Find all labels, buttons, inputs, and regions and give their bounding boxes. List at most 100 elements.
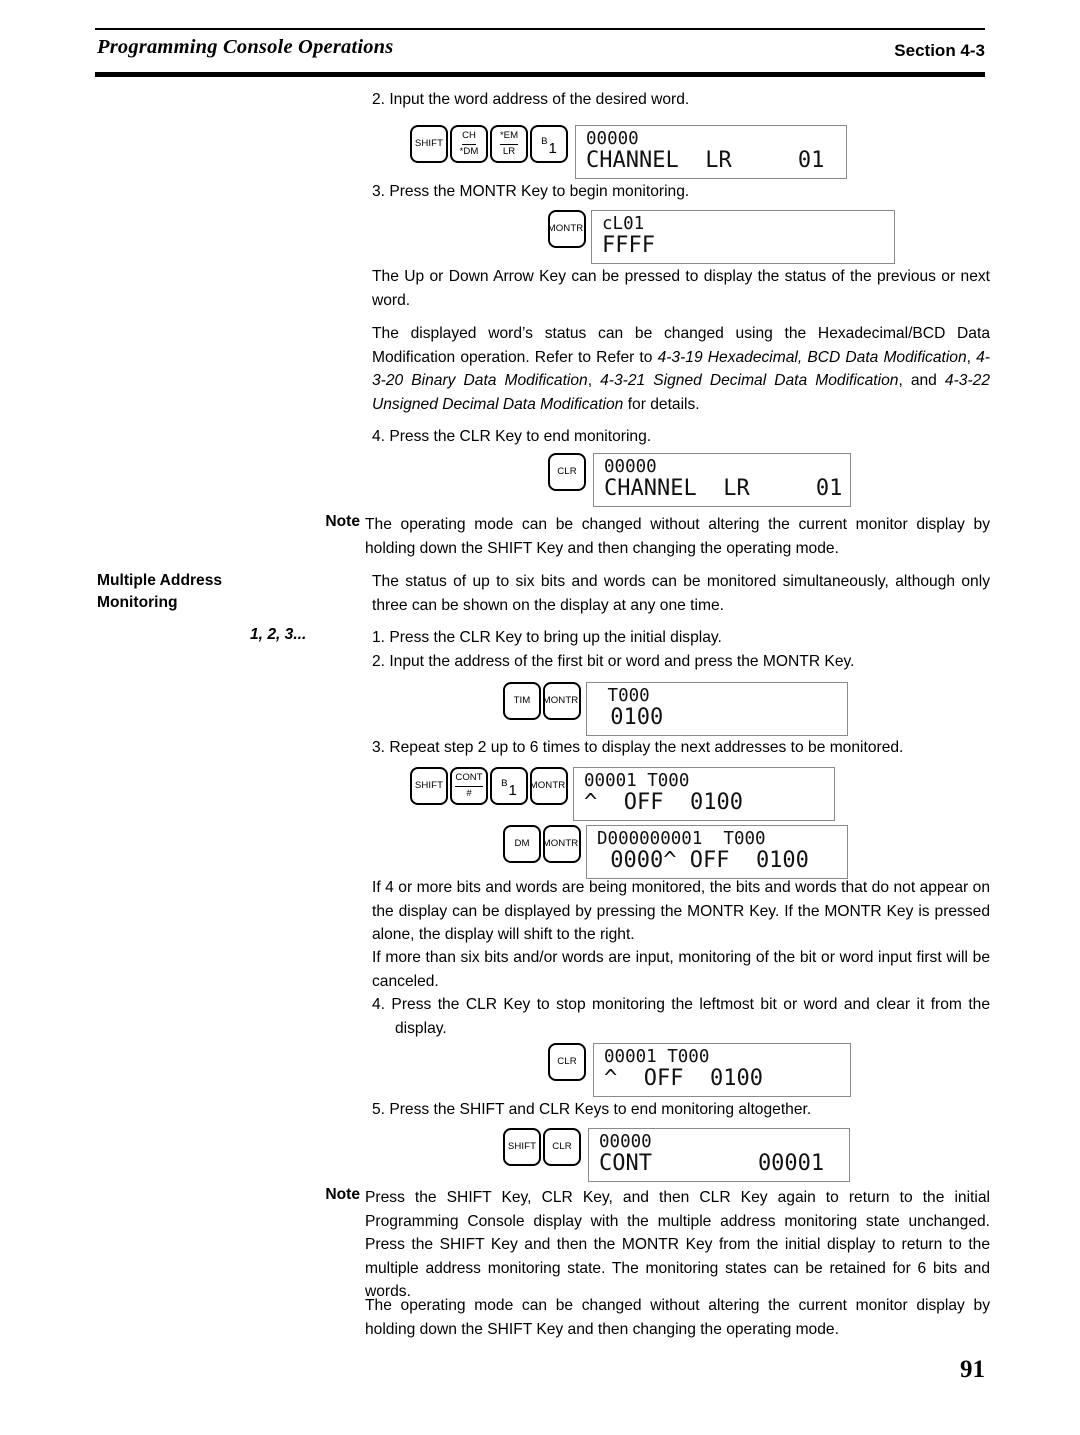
key-label-super: B: [541, 136, 548, 148]
key-sequence: SHIFT CONT # B 1 MONTR: [410, 767, 570, 805]
margin-heading-line-1: Multiple Address: [97, 572, 223, 589]
key-label: MONTR: [529, 780, 566, 792]
step-press-montr: 3. Press the MONTR Key to begin monitori…: [372, 183, 690, 200]
paragraph-multiple-address-intro: The status of up to six bits and words c…: [372, 573, 990, 614]
console-display: 00000 CHANNEL LR 01: [575, 125, 847, 179]
text-run: ,: [966, 348, 977, 366]
console-display: 00001 T000 ^ OFF 0100: [573, 767, 835, 821]
page-title: Programming Console Operations: [97, 36, 394, 58]
key-cont-hash[interactable]: CONT #: [450, 767, 488, 805]
display-line-2: CHANNEL LR 01: [586, 148, 825, 173]
key-label-main: 1: [508, 782, 517, 799]
display-line-1: T000: [597, 686, 650, 706]
key-label: SHIFT: [414, 780, 444, 792]
paragraph-arrow-keys: The Up or Down Arrow Key can be pressed …: [372, 268, 990, 309]
note-label-1: Note: [325, 513, 360, 530]
figure-clr-channel-lr: CLR 00000 CHANNEL LR 01: [548, 453, 851, 507]
key-clr[interactable]: CLR: [548, 453, 586, 491]
paragraph-more-than-six: If more than six bits and/or words are i…: [372, 949, 990, 990]
header-rule-bottom: [95, 72, 985, 77]
key-label: DM: [514, 838, 530, 850]
key-sequence: MONTR: [548, 210, 588, 248]
key-shift[interactable]: SHIFT: [503, 1128, 541, 1166]
display-line-1: 00001 T000: [584, 771, 690, 791]
key-sequence: CLR: [548, 1043, 588, 1081]
key-dm[interactable]: DM: [503, 825, 541, 863]
display-line-1: cL01: [602, 214, 645, 234]
step-m2-input-address: 2. Input the address of the first bit or…: [372, 653, 855, 670]
margin-heading-line-2: Monitoring: [97, 594, 178, 611]
note-label-2: Note: [325, 1186, 360, 1203]
console-display: cL01 FFFF: [591, 210, 895, 264]
display-line-2: ^ OFF 0100: [584, 790, 743, 815]
display-line-1: 00000: [604, 457, 657, 477]
key-label-top: CH: [462, 131, 476, 145]
key-label: SHIFT: [414, 138, 444, 150]
key-label: MONTR: [542, 695, 579, 707]
key-clr[interactable]: CLR: [543, 1128, 581, 1166]
key-label-bottom: #: [466, 788, 472, 799]
figure-clr-stop-leftmost: CLR 00001 T000 ^ OFF 0100: [548, 1043, 851, 1097]
key-sequence: DM MONTR: [503, 825, 583, 863]
key-label: CLR: [557, 466, 577, 478]
key-label-top: CONT: [455, 773, 483, 787]
key-montr[interactable]: MONTR: [543, 682, 581, 720]
display-line-2: CONT 00001: [599, 1151, 825, 1176]
key-shift[interactable]: SHIFT: [410, 767, 448, 805]
text-run: for details.: [623, 395, 700, 413]
key-label: MONTR: [547, 223, 584, 235]
manual-page: Programming Console Operations Section 4…: [0, 0, 1080, 1435]
xref-4-3-21: 4-3-21 Signed Decimal Data Modification: [600, 372, 899, 389]
margin-list-label: 1, 2, 3...: [250, 626, 307, 643]
note-text-2-para-1: Press the SHIFT Key, CLR Key, and then C…: [365, 1189, 990, 1300]
console-display: 00000 CONT 00001: [588, 1128, 850, 1182]
paragraph-data-modification: The displayed word’s status can be chang…: [372, 322, 990, 416]
header-rule-top: [95, 28, 985, 30]
page-header: Programming Console Operations Section 4…: [95, 28, 985, 77]
section-label: Section 4-3: [894, 41, 985, 60]
key-sequence: SHIFT CH *DM *EM LR B 1: [410, 125, 570, 163]
display-line-2: 0000^ OFF 0100: [597, 848, 809, 873]
key-clr[interactable]: CLR: [548, 1043, 586, 1081]
key-label-top: *EM: [499, 131, 519, 145]
key-sequence: CLR: [548, 453, 588, 491]
key-label: SHIFT: [507, 1141, 537, 1153]
key-shift[interactable]: SHIFT: [410, 125, 448, 163]
key-b-1[interactable]: B 1: [490, 767, 528, 805]
key-ch-dm[interactable]: CH *DM: [450, 125, 488, 163]
step-m3-repeat: 3. Repeat step 2 up to 6 times to displa…: [372, 739, 904, 756]
key-em-lr[interactable]: *EM LR: [490, 125, 528, 163]
key-label: MONTR: [542, 838, 579, 850]
figure-dm-montr: DM MONTR D000000001 T000 0000^ OFF 0100: [503, 825, 848, 879]
key-label: CLR: [552, 1141, 572, 1153]
figure-shift-clr-cont: SHIFT CLR 00000 CONT 00001: [503, 1128, 850, 1182]
key-montr[interactable]: MONTR: [543, 825, 581, 863]
note-text-1: The operating mode can be changed withou…: [365, 516, 990, 557]
key-montr[interactable]: MONTR: [530, 767, 568, 805]
margin-heading-multiple-address-monitoring: Multiple Address Monitoring: [97, 570, 362, 614]
xref-4-3-19: 4-3-19 Hexadecimal, BCD Data Modificatio…: [657, 348, 967, 366]
console-display: D000000001 T000 0000^ OFF 0100: [586, 825, 848, 879]
display-line-1: 00001 T000: [604, 1047, 710, 1067]
display-line-1: D000000001 T000: [597, 829, 766, 849]
figure-montr-cl01: MONTR cL01 FFFF: [548, 210, 895, 264]
key-montr[interactable]: MONTR: [548, 210, 586, 248]
display-line-1: 00000: [599, 1132, 652, 1152]
step-input-word-address: 2. Input the word address of the desired…: [372, 91, 690, 108]
display-line-2: CHANNEL LR 01: [604, 476, 843, 501]
key-label-main: 1: [548, 140, 557, 157]
key-label: CLR: [557, 1056, 577, 1068]
key-tim[interactable]: TIM: [503, 682, 541, 720]
console-display: 00000 CHANNEL LR 01: [593, 453, 851, 507]
figure-channel-lr-input: SHIFT CH *DM *EM LR B 1 00000 CHANNEL LR…: [410, 125, 847, 179]
step-press-clr-end: 4. Press the CLR Key to end monitoring.: [372, 428, 652, 445]
paragraph-four-or-more: If 4 or more bits and words are being mo…: [372, 879, 990, 943]
figure-shift-cont-b1-montr: SHIFT CONT # B 1 MONTR 00001 T000 ^ OFF …: [410, 767, 835, 821]
display-line-2: FFFF: [602, 233, 655, 258]
step-m1-press-clr: 1. Press the CLR Key to bring up the ini…: [372, 629, 722, 646]
key-b-1[interactable]: B 1: [530, 125, 568, 163]
step-m5-shift-clr: 5. Press the SHIFT and CLR Keys to end m…: [372, 1101, 812, 1118]
key-label-bottom: *DM: [459, 146, 479, 157]
page-number: 91: [960, 1356, 985, 1383]
text-run: , and: [898, 372, 945, 389]
